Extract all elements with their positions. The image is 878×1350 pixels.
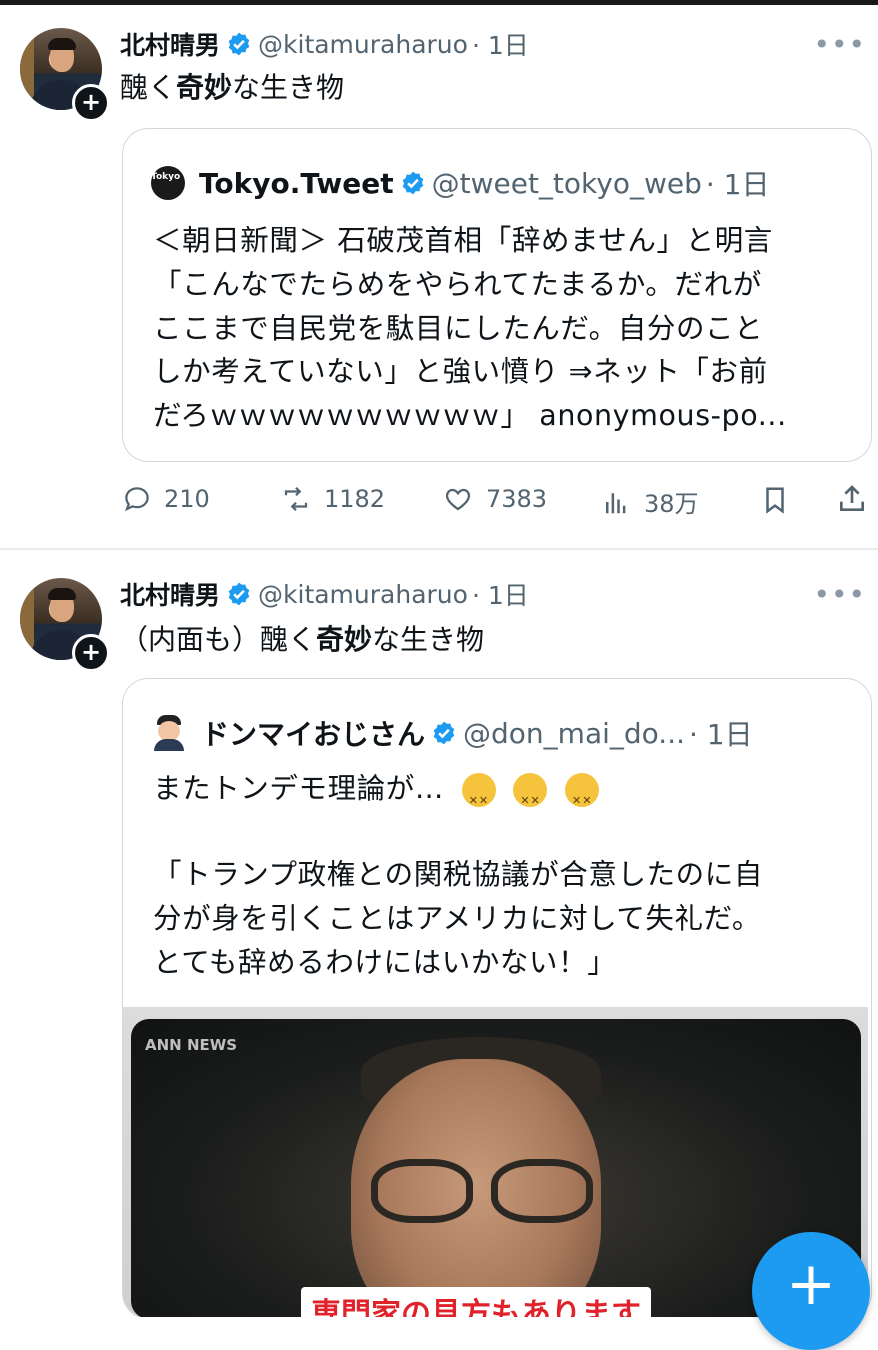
quote-display-name: Tokyo.Tweet bbox=[199, 166, 394, 200]
quote-time: · 1日 bbox=[689, 718, 753, 751]
news-watermark: ANN NEWS bbox=[145, 1036, 238, 1054]
man-face-avatar-icon bbox=[151, 715, 187, 751]
quote-body: ＜朝日新聞＞ 石破茂首相「辞めません」と明言 「こんなでたらめをやられてたまるか… bbox=[153, 219, 787, 438]
quote-display-name: ドンマイおじさん bbox=[201, 718, 426, 751]
quote-time: · 1日 bbox=[705, 168, 770, 201]
verified-badge-icon bbox=[402, 171, 423, 195]
quote-line: ここまで自民党を駄目にしたんだ。自分のこと bbox=[153, 311, 764, 345]
display-name[interactable]: 北村晴男 bbox=[120, 26, 220, 62]
quote-line: とても辞めるわけにはいかない！」 bbox=[153, 945, 617, 979]
quote-line: ＜朝日新聞＞ 石破茂首相「辞めません」と明言 bbox=[153, 224, 773, 257]
views-chart-icon bbox=[606, 492, 626, 513]
dizzy-face-emoji-icon bbox=[565, 773, 600, 823]
video-caption: 専門家の見方もあります bbox=[301, 1287, 651, 1317]
tokyo-tweet-logo: Tokyo Tweet bbox=[151, 166, 213, 200]
quote-line: しか考えていない」と強い憤り ⇒ネット「お前 bbox=[153, 355, 768, 389]
quote-first-line: またトンデモ理論が… bbox=[153, 767, 600, 823]
quote-line: 「トランプ政権との関税協議が合意したのに自 bbox=[153, 858, 763, 891]
follow-plus-icon[interactable]: + bbox=[72, 84, 110, 122]
reply-button[interactable]: 210 bbox=[122, 484, 210, 514]
share-icon[interactable] bbox=[836, 482, 868, 516]
post-text: 醜く奇妙な生き物 bbox=[120, 71, 345, 104]
post-text: （内面も）醜く奇妙な生き物 bbox=[120, 623, 485, 656]
user-handle[interactable]: @kitamuraharuo bbox=[258, 30, 468, 59]
quote-line: 分が身を引くことはアメリカに対して失礼だ。 bbox=[153, 901, 761, 935]
quote-body: 「トランプ政権との関税協議が合意したのに自 分が身を引くことはアメリカに対して失… bbox=[153, 853, 763, 984]
action-bar: 210 1182 7383 38万 bbox=[0, 480, 878, 520]
status-bar-edge bbox=[0, 0, 878, 5]
follow-plus-icon[interactable]: + bbox=[72, 634, 110, 672]
verified-badge-icon bbox=[433, 721, 455, 745]
verified-badge-icon bbox=[228, 582, 250, 606]
dizzy-face-emoji-icon bbox=[513, 773, 548, 823]
display-name[interactable]: 北村晴男 bbox=[120, 576, 220, 612]
like-count: 7383 bbox=[486, 485, 548, 513]
repost-button[interactable]: 1182 bbox=[280, 484, 385, 514]
quote-line: だろｗｗｗｗｗｗｗｗｗｗ」 anonymous-po... bbox=[153, 399, 787, 433]
quote-header: ドンマイおじさん @don_mai_do... · 1日 bbox=[151, 713, 753, 753]
post-header: 北村晴男 @kitamuraharuo · 1日 bbox=[120, 26, 529, 62]
quote-tweet-card[interactable]: Tokyo Tweet Tokyo.Tweet @tweet_tokyo_web… bbox=[122, 128, 872, 462]
quote-tweet-card[interactable]: ドンマイおじさん @don_mai_do... · 1日 またトンデモ理論が… … bbox=[122, 678, 872, 1319]
quote-header: Tokyo Tweet Tokyo.Tweet @tweet_tokyo_web… bbox=[151, 163, 770, 203]
quote-handle: @tweet_tokyo_web bbox=[431, 166, 702, 200]
views-button[interactable]: 38万 bbox=[600, 484, 699, 519]
post-time[interactable]: · 1日 bbox=[472, 26, 529, 62]
verified-badge-icon bbox=[228, 32, 250, 56]
repost-icon bbox=[284, 486, 308, 512]
tv-screen: ANN NEWS 専門家の見方もあります bbox=[131, 1019, 861, 1317]
post-divider bbox=[0, 548, 878, 550]
dizzy-face-emoji-icon bbox=[461, 773, 496, 823]
post-time[interactable]: · 1日 bbox=[472, 576, 529, 612]
more-options-icon[interactable]: ••• bbox=[813, 578, 866, 611]
bookmark-icon[interactable] bbox=[760, 484, 790, 516]
quote-handle: @don_mai_do... bbox=[463, 716, 685, 750]
user-handle[interactable]: @kitamuraharuo bbox=[258, 580, 468, 609]
reply-icon bbox=[124, 487, 149, 512]
quote-line: 「こんなでたらめをやられてたまるか。だれが bbox=[153, 267, 762, 301]
like-button[interactable]: 7383 bbox=[442, 484, 547, 514]
views-count: 38万 bbox=[644, 490, 699, 518]
repost-count: 1182 bbox=[324, 485, 386, 513]
reply-count: 210 bbox=[164, 485, 210, 513]
post-header: 北村晴男 @kitamuraharuo · 1日 bbox=[120, 576, 529, 612]
heart-icon bbox=[445, 488, 471, 511]
compose-plus-button[interactable]: + bbox=[752, 1232, 870, 1350]
more-options-icon[interactable]: ••• bbox=[813, 28, 866, 61]
